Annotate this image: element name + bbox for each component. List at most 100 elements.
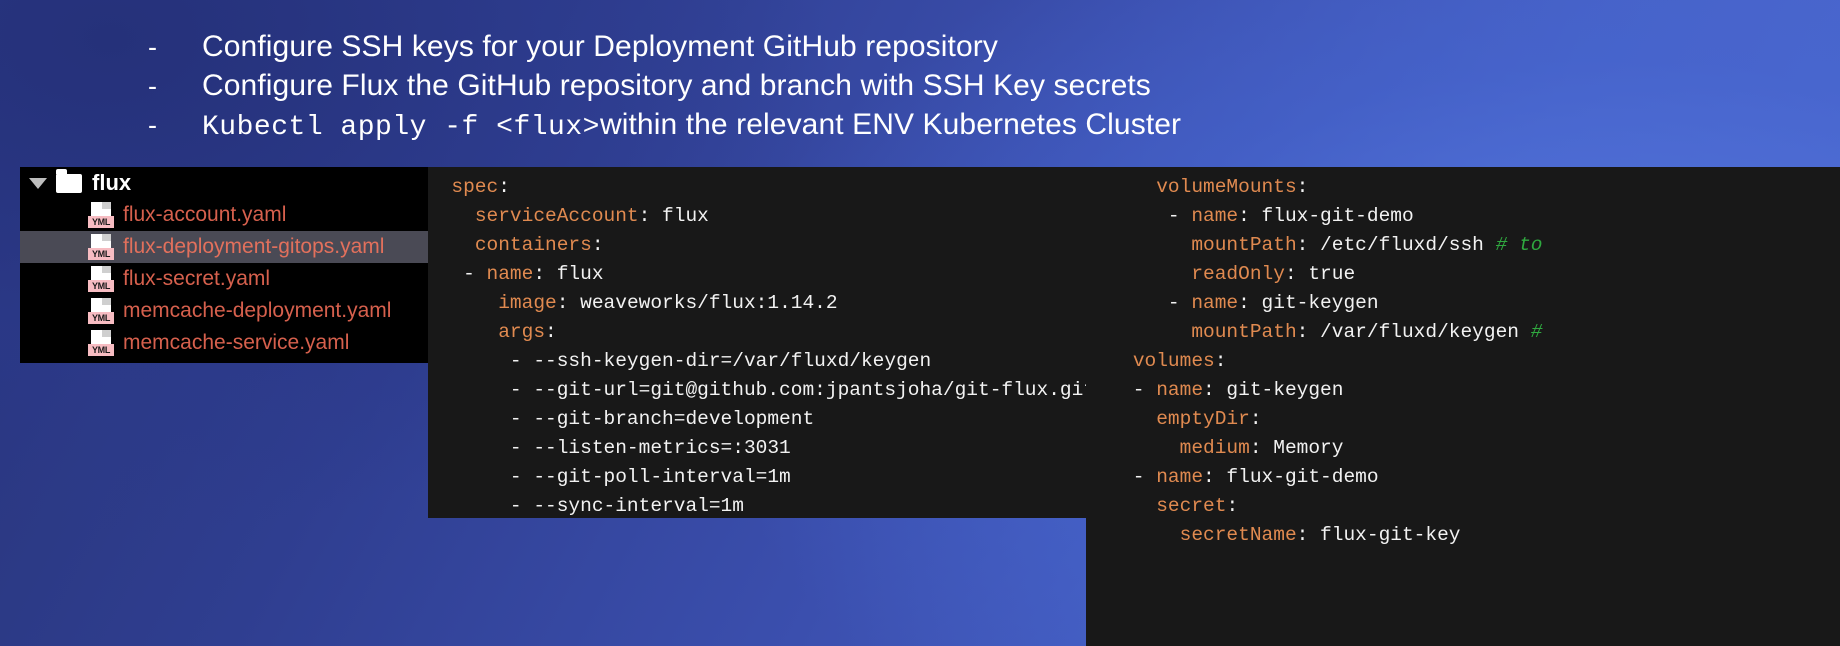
code-token: emptyDir [1156,408,1250,430]
code-token: : [1296,176,1309,198]
code-token: : flux [533,263,604,285]
code-line: spec: [428,173,1086,202]
file-name-label: memcache-service.yaml [123,331,350,354]
code-token: - [1086,466,1157,488]
code-token: : flux-git-demo [1238,205,1414,227]
folder-label: flux [92,170,132,195]
code-token: : [591,234,604,256]
bullet-list: - Configure SSH keys for your Deployment… [0,28,1840,148]
code-line: secretName: flux-git-key [1086,521,1840,550]
file-name-label: memcache-deployment.yaml [123,299,392,322]
code-token: volumeMounts [1156,176,1297,198]
code-line: - name: git-keygen [1086,289,1840,318]
code-token: : [1214,350,1227,372]
bullet-dash: - [148,110,158,140]
bullet-text: within the relevant ENV Kubernetes Clust… [599,108,1182,141]
code-token: - [1086,205,1192,227]
code-panel-middle[interactable]: spec: serviceAccount: flux containers: -… [428,167,1086,518]
code-line: secret: [1086,492,1840,521]
code-token: - --ssh-keygen-dir=/var/fluxd/keygen [428,350,932,372]
yaml-file-icon: YML [88,330,114,356]
code-token: serviceAccount [474,205,639,227]
code-token: : flux-git-demo [1203,466,1379,488]
code-line: - name: flux-git-demo [1086,202,1840,231]
code-token: - --git-branch=development [428,408,815,430]
code-line: image: weaveworks/flux:1.14.2 [428,289,1086,318]
code-line: - --git-branch=development [428,405,1086,434]
file-tree-panel[interactable]: flux YML flux-account.yaml YML flux-deploym… [20,167,428,363]
bullet-item-3: - Kubectl apply -f <flux> within the rel… [0,106,1840,147]
code-token: - [1086,379,1157,401]
code-line: mountPath: /var/fluxd/keygen # [1086,318,1840,347]
code-token: : [545,321,557,343]
code-token: # to [1495,234,1543,256]
folder-icon [56,168,82,193]
code-line: volumes: [1086,347,1840,376]
code-token: - --sync-interval=1m [428,495,744,517]
yaml-file-icon: YML [88,234,114,260]
file-tree-item[interactable]: YML flux-account.yaml [20,199,428,231]
bullet-text: Configure SSH keys for your Deployment G… [202,30,998,63]
code-token: mountPath [1191,321,1297,343]
code-token: name [1156,466,1204,488]
code-token: : [1249,408,1262,430]
file-tree-item[interactable]: YML memcache-service.yaml [20,327,428,359]
yaml-file-icon: YML [88,266,114,292]
code-panel-right[interactable]: volumeMounts: - name: flux-git-demo moun… [1086,167,1840,646]
code-token: name [1191,205,1239,227]
code-line: - name: git-keygen [1086,376,1840,405]
code-token: secretName [1179,524,1297,546]
code-token: medium [1179,437,1250,459]
code-line: volumeMounts: [1086,173,1840,202]
code-token: image [498,292,557,314]
code-line: - --ssh-keygen-dir=/var/fluxd/keygen [428,347,1086,376]
bullet-dash: - [148,32,158,62]
bullet-item-1: - Configure SSH keys for your Deployment… [0,28,1840,66]
file-name-label: flux-account.yaml [123,203,287,226]
yaml-file-icon: YML [88,298,114,324]
code-line: - --git-url=git@github.com:jpantsjoha/gi… [428,376,1086,405]
code-token: : flux-git-key [1296,524,1461,546]
code-token: readOnly [1191,263,1285,285]
code-token: : Memory [1249,437,1344,459]
code-token: # [1530,321,1543,343]
code-token: - --listen-metrics=:3031 [428,437,791,459]
code-token: : /var/fluxd/keygen [1296,321,1531,343]
code-line: - name: flux-git-demo [1086,463,1840,492]
yaml-file-icon: YML [88,202,114,228]
file-name-label: flux-secret.yaml [123,267,271,290]
code-line: medium: Memory [1086,434,1840,463]
code-token: - [428,263,487,285]
code-token: - --git-poll-interval=1m [428,466,791,488]
code-token: : git-keygen [1203,379,1344,401]
tree-folder-flux[interactable]: flux [20,167,428,199]
chevron-down-icon[interactable] [20,177,56,189]
code-token: name [486,263,534,285]
code-token: secret [1156,495,1227,517]
code-token: : true [1284,263,1356,285]
code-token: - [1086,292,1192,314]
code-line: args: [428,318,1086,347]
code-line: - --listen-metrics=:3031 [428,434,1086,463]
code-token: containers [474,234,592,256]
file-tree-item[interactable]: YML memcache-deployment.yaml [20,295,428,327]
code-line: - --git-poll-interval=1m [428,463,1086,492]
code-token: - --git-url=git@github.com:jpantsjoha/gi… [428,379,1086,401]
code-token: name [1156,379,1204,401]
code-line: containers: [428,231,1086,260]
code-line: serviceAccount: flux [428,202,1086,231]
file-tree-item[interactable]: YML flux-deployment-gitops.yaml [20,231,428,263]
file-list: YML flux-account.yaml YML flux-deployment-g… [20,199,428,359]
file-tree-item[interactable]: YML flux-secret.yaml [20,263,428,295]
